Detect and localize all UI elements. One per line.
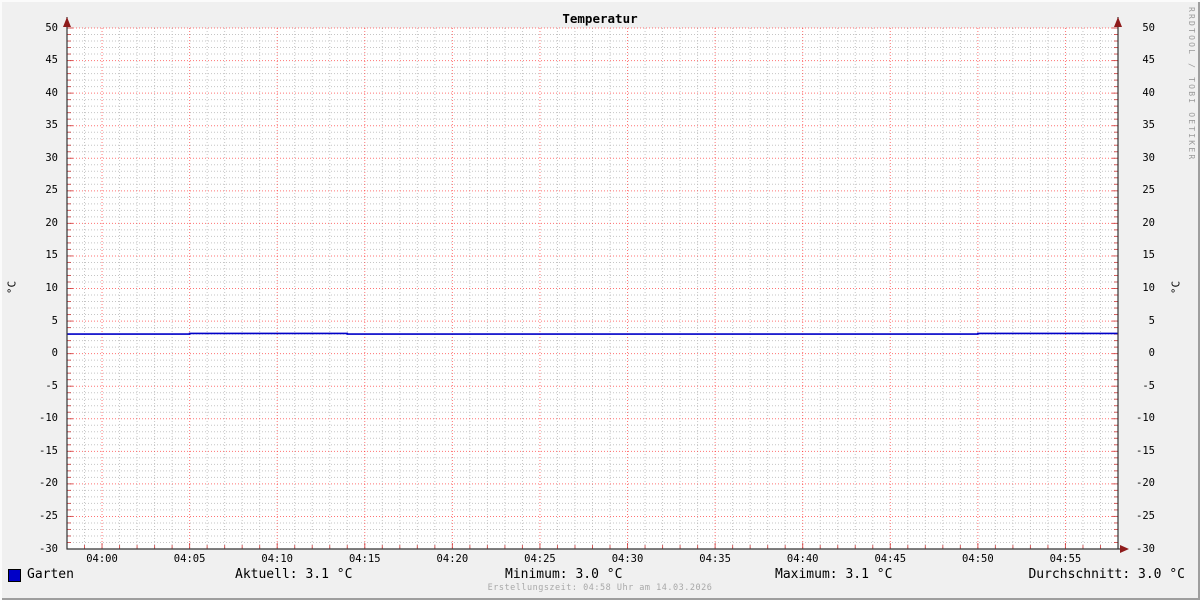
- x-axis-tick-label: 04:25: [524, 553, 556, 565]
- y-axis-tick-label: 30: [1142, 151, 1155, 164]
- y-axis-tick-label: 30: [45, 151, 58, 164]
- y-axis-tick-label: -25: [1136, 509, 1155, 522]
- y-axis-tick-label: 45: [1142, 54, 1155, 67]
- y-axis-tick-label: -10: [1136, 412, 1155, 425]
- y-axis-unit-left: °C: [5, 280, 19, 295]
- stat-aktuell: Aktuell: 3.1 °C: [235, 567, 353, 582]
- x-axis-tick-label: 04:30: [611, 553, 644, 565]
- y-axis-unit-right: °C: [1169, 280, 1183, 295]
- rrdtool-temperature-graph: Temperatur °C °C -30 -25 -20 -15 -10 -5 0 5 10 15…: [0, 0, 1200, 600]
- x-axis-tick-label: 04:35: [699, 553, 731, 565]
- y-axis-tick-label: 40: [45, 86, 58, 99]
- y-axis-tick-label: -20: [39, 477, 58, 490]
- y-axis-tick-label: -30: [1136, 542, 1155, 555]
- y-axis-tick-label: -15: [39, 444, 58, 457]
- y-axis-tick-label: 10: [45, 282, 58, 294]
- y-axis-tick-label: -10: [39, 412, 58, 425]
- x-axis-tick-label: 04:45: [874, 553, 907, 565]
- x-axis-tick-label: 04:15: [348, 553, 381, 565]
- y-axis-tick-label: 50: [1142, 21, 1155, 34]
- y-axis-tick-label: 35: [1142, 119, 1155, 132]
- y-axis-tick-label: -30: [39, 542, 58, 555]
- y-axis-tick-label: -15: [1136, 444, 1155, 457]
- y-axis-tick-label: 50: [45, 21, 58, 34]
- x-axis-tick-label: 04:05: [173, 553, 206, 565]
- rrdtool-watermark: RRDTOOL / TOBI OETIKER: [1187, 7, 1196, 162]
- stat-maximum: Maximum: 3.1 °C: [775, 567, 893, 582]
- y-axis-tick-label: -5: [1142, 379, 1155, 392]
- y-axis-tick-label: 10: [1142, 282, 1155, 294]
- y-axis-tick-label: 35: [45, 119, 58, 132]
- stat-durchschnitt: Durchschnitt: 3.0 °C: [1028, 567, 1185, 582]
- x-axis-tick-label: 04:00: [86, 553, 118, 565]
- stat-minimum: Minimum: 3.0 °C: [505, 567, 623, 582]
- legend: Garten Aktuell: 3.1 °C Minimum: 3.0 °C M…: [0, 566, 1200, 582]
- x-axis-tick-label: 04:20: [436, 553, 469, 565]
- y-axis-tick-label: 15: [1142, 249, 1155, 262]
- x-axis-tick-label: 04:50: [962, 553, 994, 565]
- y-axis-tick-label: 5: [51, 314, 58, 327]
- y-axis-tick-label: 25: [1142, 184, 1155, 197]
- y-axis-tick-label: 0: [51, 347, 58, 360]
- x-axis-tick-label: 04:40: [786, 553, 819, 565]
- y-axis-tick-label: -20: [1136, 477, 1155, 490]
- x-axis-tick-label: 04:10: [261, 553, 293, 565]
- y-axis-tick-label: 20: [1142, 216, 1155, 229]
- y-axis-tick-label: 40: [1142, 86, 1155, 99]
- y-axis-tick-label: 20: [45, 216, 58, 229]
- y-axis-tick-label: 0: [1148, 347, 1155, 360]
- series-color-swatch: [8, 569, 21, 582]
- y-axis-tick-label: 25: [45, 184, 58, 197]
- y-axis-tick-label: -25: [39, 509, 58, 522]
- y-axis-tick-label: 5: [1148, 314, 1155, 327]
- series-label: Garten: [27, 567, 74, 582]
- creation-time: Erstellungszeit: 04:58 Uhr am 14.03.2026: [487, 583, 713, 593]
- chart-plot-area: [63, 17, 1129, 553]
- y-axis-tick-label: 15: [45, 249, 58, 262]
- x-axis-tick-label: 04:55: [1049, 553, 1082, 565]
- y-axis-tick-label: 45: [45, 54, 58, 67]
- y-axis-tick-label: -5: [45, 379, 58, 392]
